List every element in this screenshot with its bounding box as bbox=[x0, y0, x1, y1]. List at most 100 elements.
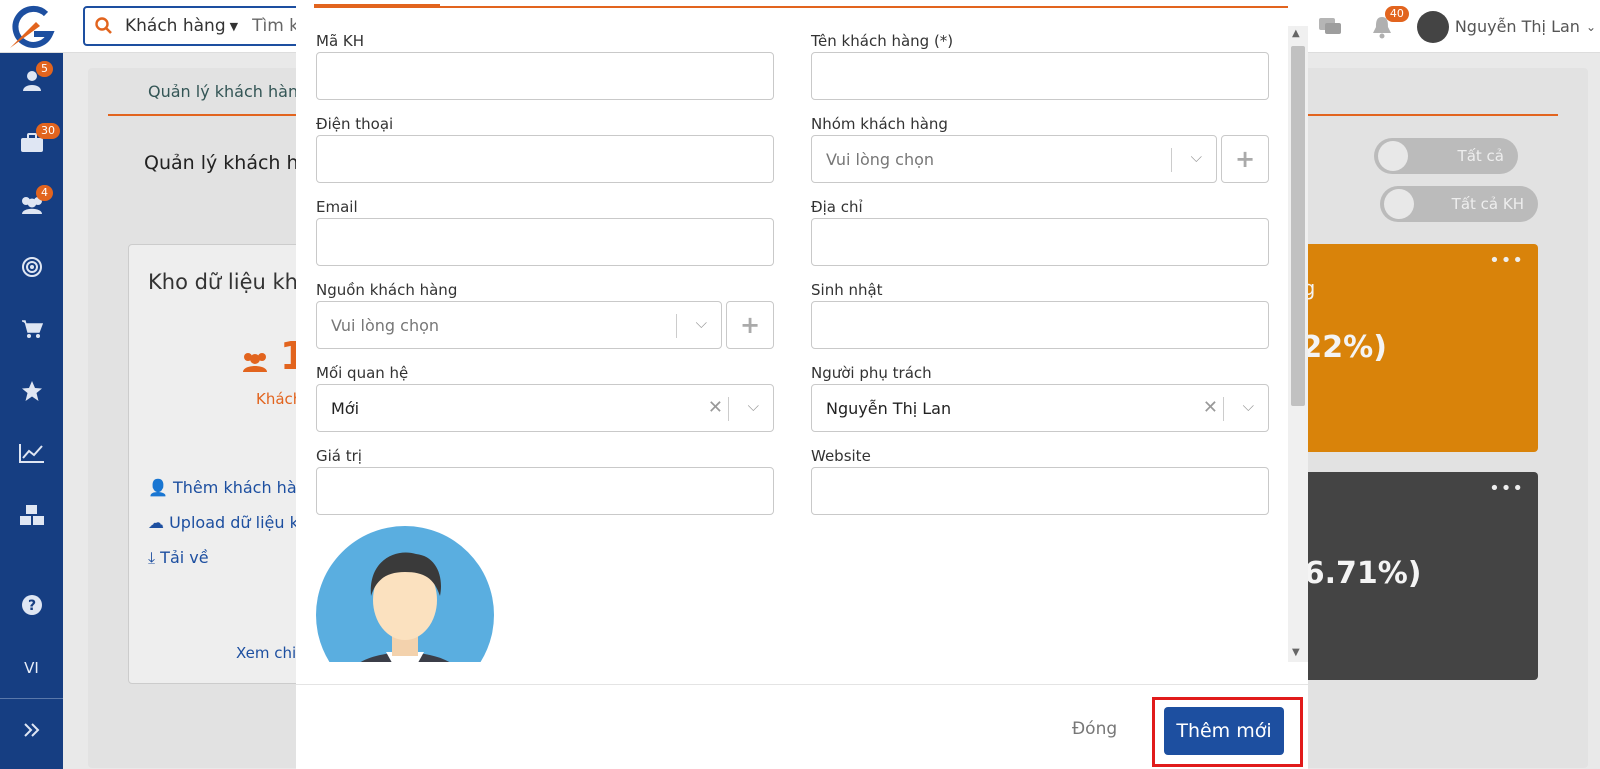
add-customer-link[interactable]: 👤 Thêm khách hàn bbox=[148, 478, 307, 497]
language-switch[interactable]: VI bbox=[0, 648, 63, 688]
sidebar-item-favorites[interactable] bbox=[0, 371, 63, 411]
data-warehouse-card bbox=[128, 244, 308, 684]
customer-code-input[interactable] bbox=[316, 52, 774, 100]
toggle-all-label: Tất cả bbox=[1457, 147, 1504, 165]
customer-name-input[interactable] bbox=[811, 52, 1269, 100]
sidebar-badge: 4 bbox=[36, 185, 53, 201]
customer-code-label: Mã KH bbox=[316, 32, 365, 50]
birthday-input[interactable] bbox=[811, 301, 1269, 349]
help-icon: ? bbox=[21, 595, 42, 615]
sidebar-item-orders[interactable] bbox=[0, 309, 63, 349]
sidebar-item-customers[interactable]: 4 bbox=[0, 185, 63, 225]
sidebar-item-profile[interactable]: 5 bbox=[0, 61, 63, 101]
chevron-down-icon: ⌄ bbox=[1585, 19, 1596, 34]
page-title: Quản lý khách hà bbox=[144, 152, 311, 174]
more-options-icon[interactable]: ••• bbox=[1489, 250, 1524, 271]
search-input[interactable]: Tìm k bbox=[252, 16, 299, 36]
sidebar-item-target[interactable] bbox=[0, 247, 63, 287]
cart-icon bbox=[21, 320, 43, 338]
chevron-down-icon: ⌵ bbox=[1242, 397, 1254, 415]
value-label: Giá trị bbox=[316, 447, 362, 465]
sidebar-item-reports[interactable] bbox=[0, 433, 63, 473]
toggle-knob bbox=[1384, 189, 1414, 219]
cloud-upload-icon: ☁ bbox=[148, 513, 164, 532]
add-customer-group-button[interactable]: + bbox=[1221, 135, 1269, 183]
svg-text:?: ? bbox=[27, 598, 35, 614]
download-icon: ⤓ bbox=[148, 548, 156, 567]
upload-data-link[interactable]: ☁ Upload dữ liệu k bbox=[148, 513, 299, 532]
search-icon bbox=[95, 17, 112, 34]
chevron-down-icon: ⌵ bbox=[747, 397, 759, 415]
website-label: Website bbox=[811, 447, 871, 465]
sidebar: 5 30 4 ? VI bbox=[0, 53, 63, 769]
birthday-label: Sinh nhật bbox=[811, 281, 883, 299]
tab-customer-management[interactable]: Quản lý khách hàng bbox=[148, 82, 308, 101]
sidebar-divider bbox=[0, 698, 63, 699]
customer-group-placeholder: Vui lòng chọn bbox=[826, 149, 935, 169]
phone-input[interactable] bbox=[316, 135, 774, 183]
star-icon bbox=[21, 381, 42, 401]
chart-icon bbox=[18, 444, 44, 463]
sidebar-expand-button[interactable] bbox=[0, 710, 63, 750]
notification-button[interactable]: 40 bbox=[1365, 5, 1409, 44]
add-customer-source-button[interactable]: + bbox=[726, 301, 774, 349]
owner-select[interactable]: Nguyễn Thị Lan ✕ ⌵ bbox=[811, 384, 1269, 432]
sidebar-badge: 30 bbox=[36, 123, 60, 139]
customer-source-label: Nguồn khách hàng bbox=[316, 281, 458, 299]
address-label: Địa chỉ bbox=[811, 198, 863, 216]
highlight-box bbox=[1152, 697, 1303, 767]
relationship-select[interactable]: Mới ✕ ⌵ bbox=[316, 384, 774, 432]
relationship-label: Mối quan hệ bbox=[316, 364, 409, 382]
clear-icon[interactable]: ✕ bbox=[1203, 397, 1218, 418]
select-separator bbox=[1223, 397, 1224, 421]
select-separator bbox=[676, 314, 677, 338]
scroll-up-arrow-icon[interactable]: ▲ bbox=[1292, 28, 1300, 39]
user-name: Nguyễn Thị Lan bbox=[1454, 17, 1580, 36]
customer-group-label: Nhóm khách hàng bbox=[811, 115, 948, 133]
card-title: Kho dữ liệu kha bbox=[148, 270, 311, 294]
toggle-all-customers[interactable]: Tất cả KH bbox=[1380, 186, 1538, 222]
address-input[interactable] bbox=[811, 218, 1269, 266]
search-box[interactable]: Khách hàng ▼ Tìm k bbox=[83, 6, 323, 46]
chevron-down-icon: ⌵ bbox=[1190, 148, 1202, 166]
chat-button[interactable] bbox=[1313, 10, 1347, 44]
clear-icon[interactable]: ✕ bbox=[708, 397, 723, 418]
toggle-all[interactable]: Tất cả bbox=[1374, 138, 1518, 174]
search-category[interactable]: Khách hàng bbox=[125, 16, 226, 36]
scroll-down-arrow-icon[interactable]: ▼ bbox=[1292, 647, 1300, 658]
user-menu[interactable]: Nguyễn Thị Lan ⌄ bbox=[1416, 10, 1596, 43]
download-link-label: Tải về bbox=[160, 548, 209, 567]
website-input[interactable] bbox=[811, 467, 1269, 515]
email-label: Email bbox=[316, 198, 358, 216]
phone-label: Điện thoại bbox=[316, 115, 394, 133]
double-chevron-right-icon bbox=[23, 723, 39, 737]
add-customer-link-label: Thêm khách hàn bbox=[173, 478, 307, 497]
person-avatar-icon[interactable] bbox=[316, 526, 494, 662]
view-details-link[interactable]: Xem chi bbox=[236, 644, 296, 662]
scrollbar-thumb[interactable] bbox=[1291, 46, 1305, 406]
add-customer-modal: Mã KH Tên khách hàng (*) Điện thoại Nhóm… bbox=[296, 0, 1308, 769]
sidebar-item-tasks[interactable]: 30 bbox=[0, 123, 63, 163]
stat-card-dark: ••• (6.71%) bbox=[1284, 472, 1538, 680]
modal-body: Mã KH Tên khách hàng (*) Điện thoại Nhóm… bbox=[296, 10, 1288, 662]
value-input[interactable] bbox=[316, 467, 774, 515]
customer-group-select[interactable]: Vui lòng chọn ⌵ bbox=[811, 135, 1217, 183]
email-field[interactable] bbox=[316, 218, 774, 266]
upload-data-link-label: Upload dữ liệu k bbox=[169, 513, 299, 532]
toggle-all-customers-label: Tất cả KH bbox=[1451, 195, 1524, 213]
sidebar-badge: 5 bbox=[36, 61, 53, 77]
more-options-icon[interactable]: ••• bbox=[1489, 478, 1524, 499]
notification-count-badge: 40 bbox=[1384, 5, 1409, 22]
modal-scrollbar[interactable]: ▲ ▼ bbox=[1288, 26, 1308, 662]
sidebar-item-help[interactable]: ? bbox=[0, 585, 63, 625]
sidebar-item-products[interactable] bbox=[0, 495, 63, 535]
close-button[interactable]: Đóng bbox=[1072, 719, 1117, 739]
select-separator bbox=[728, 397, 729, 421]
plus-icon: + bbox=[739, 311, 761, 339]
select-separator bbox=[1171, 148, 1172, 172]
stat-card-value: (6.71%) bbox=[1290, 556, 1422, 591]
modal-active-tab-indicator bbox=[314, 4, 440, 8]
customer-source-select[interactable]: Vui lòng chọn ⌵ bbox=[316, 301, 722, 349]
download-link[interactable]: ⤓ Tải về bbox=[148, 548, 209, 568]
app-logo-icon[interactable] bbox=[6, 4, 58, 50]
